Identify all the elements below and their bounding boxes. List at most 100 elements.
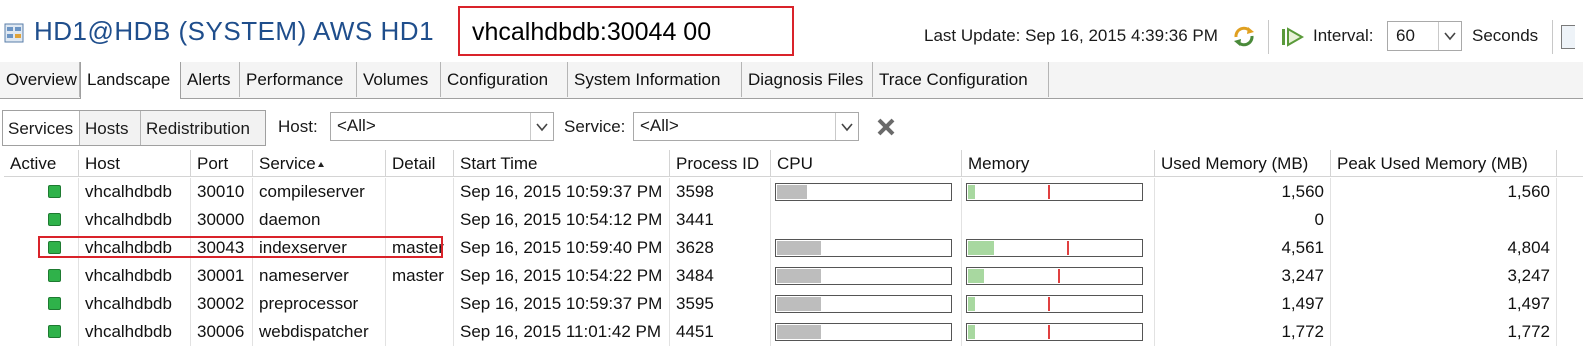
service-filter-value: <All> [640, 116, 679, 135]
table-row[interactable]: vhcalhdbdb 30002 preprocessor Sep 16, 2015 … [4, 290, 1583, 318]
host-filter-value: <All> [337, 116, 376, 135]
table-row[interactable]: vhcalhdbdb 30006 webdispatcher Sep 16, 2015… [4, 318, 1583, 346]
status-led-icon [48, 325, 61, 338]
used-mb-cell: 1,497 [1155, 290, 1331, 318]
port-cell: 30010 [191, 178, 253, 206]
cpu-bar-fill [777, 185, 807, 199]
used-mb-cell: 3,247 [1155, 262, 1331, 290]
cpu-bar-fill [777, 269, 821, 283]
indexserver-highlight [38, 236, 443, 258]
peak-mb-cell: 4,804 [1331, 234, 1557, 262]
col-cpu[interactable]: CPU [771, 150, 962, 177]
cpu-bar-fill [777, 325, 821, 339]
service-filter-label: Service: [564, 117, 626, 136]
active-cell [4, 318, 79, 346]
memory-bar [966, 183, 1143, 201]
col-process-id[interactable]: Process ID [670, 150, 771, 177]
memory-cell [962, 318, 1155, 346]
port-cell: 30006 [191, 318, 253, 346]
cpu-bar [775, 295, 952, 313]
peak-mb-cell [1331, 206, 1557, 234]
host-cell: vhcalhdbdb [79, 318, 191, 346]
tab-alerts[interactable]: Alerts [181, 62, 240, 97]
memory-bar-fill [968, 297, 975, 311]
memory-bar-fill [968, 185, 975, 199]
play-icon[interactable] [1281, 27, 1305, 47]
host-cell: vhcalhdbdb [79, 262, 191, 290]
cpu-bar-fill [777, 297, 821, 311]
memory-peak-marker [1047, 325, 1050, 339]
connection-label: vhcalhdbdb:30044 00 [472, 18, 712, 46]
col-start-time[interactable]: Start Time [454, 150, 670, 177]
chevron-down-icon[interactable] [1438, 22, 1461, 50]
table-row[interactable]: vhcalhdbdb 30000 daemon Sep 16, 2015 10:54:… [4, 206, 1583, 234]
tab-diagnosis-files[interactable]: Diagnosis Files [742, 62, 873, 97]
col-service-label: Service [259, 154, 316, 173]
col-used-memory[interactable]: Used Memory (MB) [1155, 150, 1331, 177]
toolbar-separator [1268, 20, 1269, 54]
detail-cell [386, 206, 454, 234]
pid-cell: 3598 [670, 178, 771, 206]
detail-cell [386, 318, 454, 346]
cpu-bar [775, 239, 952, 257]
used-mb-cell: 1,772 [1155, 318, 1331, 346]
host-cell: vhcalhdbdb [79, 290, 191, 318]
memory-bar [966, 295, 1143, 313]
tab-overview[interactable]: Overview [0, 62, 80, 97]
col-memory[interactable]: Memory [962, 150, 1155, 177]
last-update-text: Last Update: Sep 16, 2015 4:39:36 PM [924, 26, 1218, 45]
col-host[interactable]: Host [79, 150, 191, 177]
start-time-cell: Sep 16, 2015 10:59:40 PM [454, 234, 670, 262]
col-peak-used-memory[interactable]: Peak Used Memory (MB) [1331, 150, 1557, 177]
host-filter-label: Host: [278, 117, 318, 136]
port-cell: 30002 [191, 290, 253, 318]
tab-landscape[interactable]: Landscape [80, 62, 181, 99]
pid-cell: 3441 [670, 206, 771, 234]
status-led-icon [48, 297, 61, 310]
tab-volumes[interactable]: Volumes [357, 62, 441, 97]
cpu-cell [771, 318, 962, 346]
status-led-icon [48, 213, 61, 226]
clear-filter-icon[interactable] [876, 117, 896, 137]
connection-highlight: vhcalhdbdb:30044 00 [458, 6, 794, 56]
status-led-icon [48, 185, 61, 198]
tab-system-information[interactable]: System Information [568, 62, 742, 97]
interval-select[interactable]: 60 [1387, 21, 1462, 51]
tab-performance[interactable]: Performance [240, 62, 357, 97]
col-port[interactable]: Port [191, 150, 253, 177]
subtab-redistribution[interactable]: Redistribution [141, 111, 265, 145]
start-time-cell: Sep 16, 2015 10:54:22 PM [454, 262, 670, 290]
subtab-services[interactable]: Services [3, 111, 80, 145]
memory-bar-fill [968, 325, 975, 339]
start-time-cell: Sep 16, 2015 10:54:12 PM [454, 206, 670, 234]
table-row[interactable]: vhcalhdbdb 30010 compileserver Sep 16, 2015… [4, 178, 1583, 206]
col-active[interactable]: Active [4, 150, 79, 177]
chevron-down-icon[interactable] [530, 113, 553, 140]
col-detail[interactable]: Detail [386, 150, 454, 177]
pid-cell: 3628 [670, 234, 771, 262]
memory-cell [962, 234, 1155, 262]
chevron-down-icon[interactable] [835, 113, 858, 140]
tab-configuration[interactable]: Configuration [441, 62, 568, 97]
service-cell: webdispatcher [253, 318, 386, 346]
host-filter-select[interactable]: <All> [330, 112, 554, 141]
cpu-cell [771, 178, 962, 206]
service-filter-select[interactable]: <All> [633, 112, 859, 141]
tab-trace-configuration[interactable]: Trace Configuration [873, 62, 1049, 97]
memory-peak-marker [1058, 269, 1060, 283]
cpu-cell [771, 206, 962, 234]
memory-cell [962, 206, 1155, 234]
refresh-icon[interactable] [1232, 24, 1256, 48]
detail-cell: master [386, 262, 454, 290]
col-service[interactable]: Service [253, 150, 386, 177]
table-row[interactable]: vhcalhdbdb 30001 nameserver master Sep 16, 2… [4, 262, 1583, 290]
used-mb-cell: 0 [1155, 206, 1331, 234]
subtab-hosts[interactable]: Hosts [80, 111, 141, 145]
toolbar-overflow-icon[interactable] [1561, 25, 1575, 49]
start-time-cell: Sep 16, 2015 11:01:42 PM [454, 318, 670, 346]
interval-label: Interval: [1313, 26, 1374, 45]
used-mb-cell: 1,560 [1155, 178, 1331, 206]
active-cell [4, 178, 79, 206]
editor-tabs: Overview Landscape Alerts Performance Vo… [0, 62, 1583, 99]
peak-mb-cell: 1,772 [1331, 318, 1557, 346]
